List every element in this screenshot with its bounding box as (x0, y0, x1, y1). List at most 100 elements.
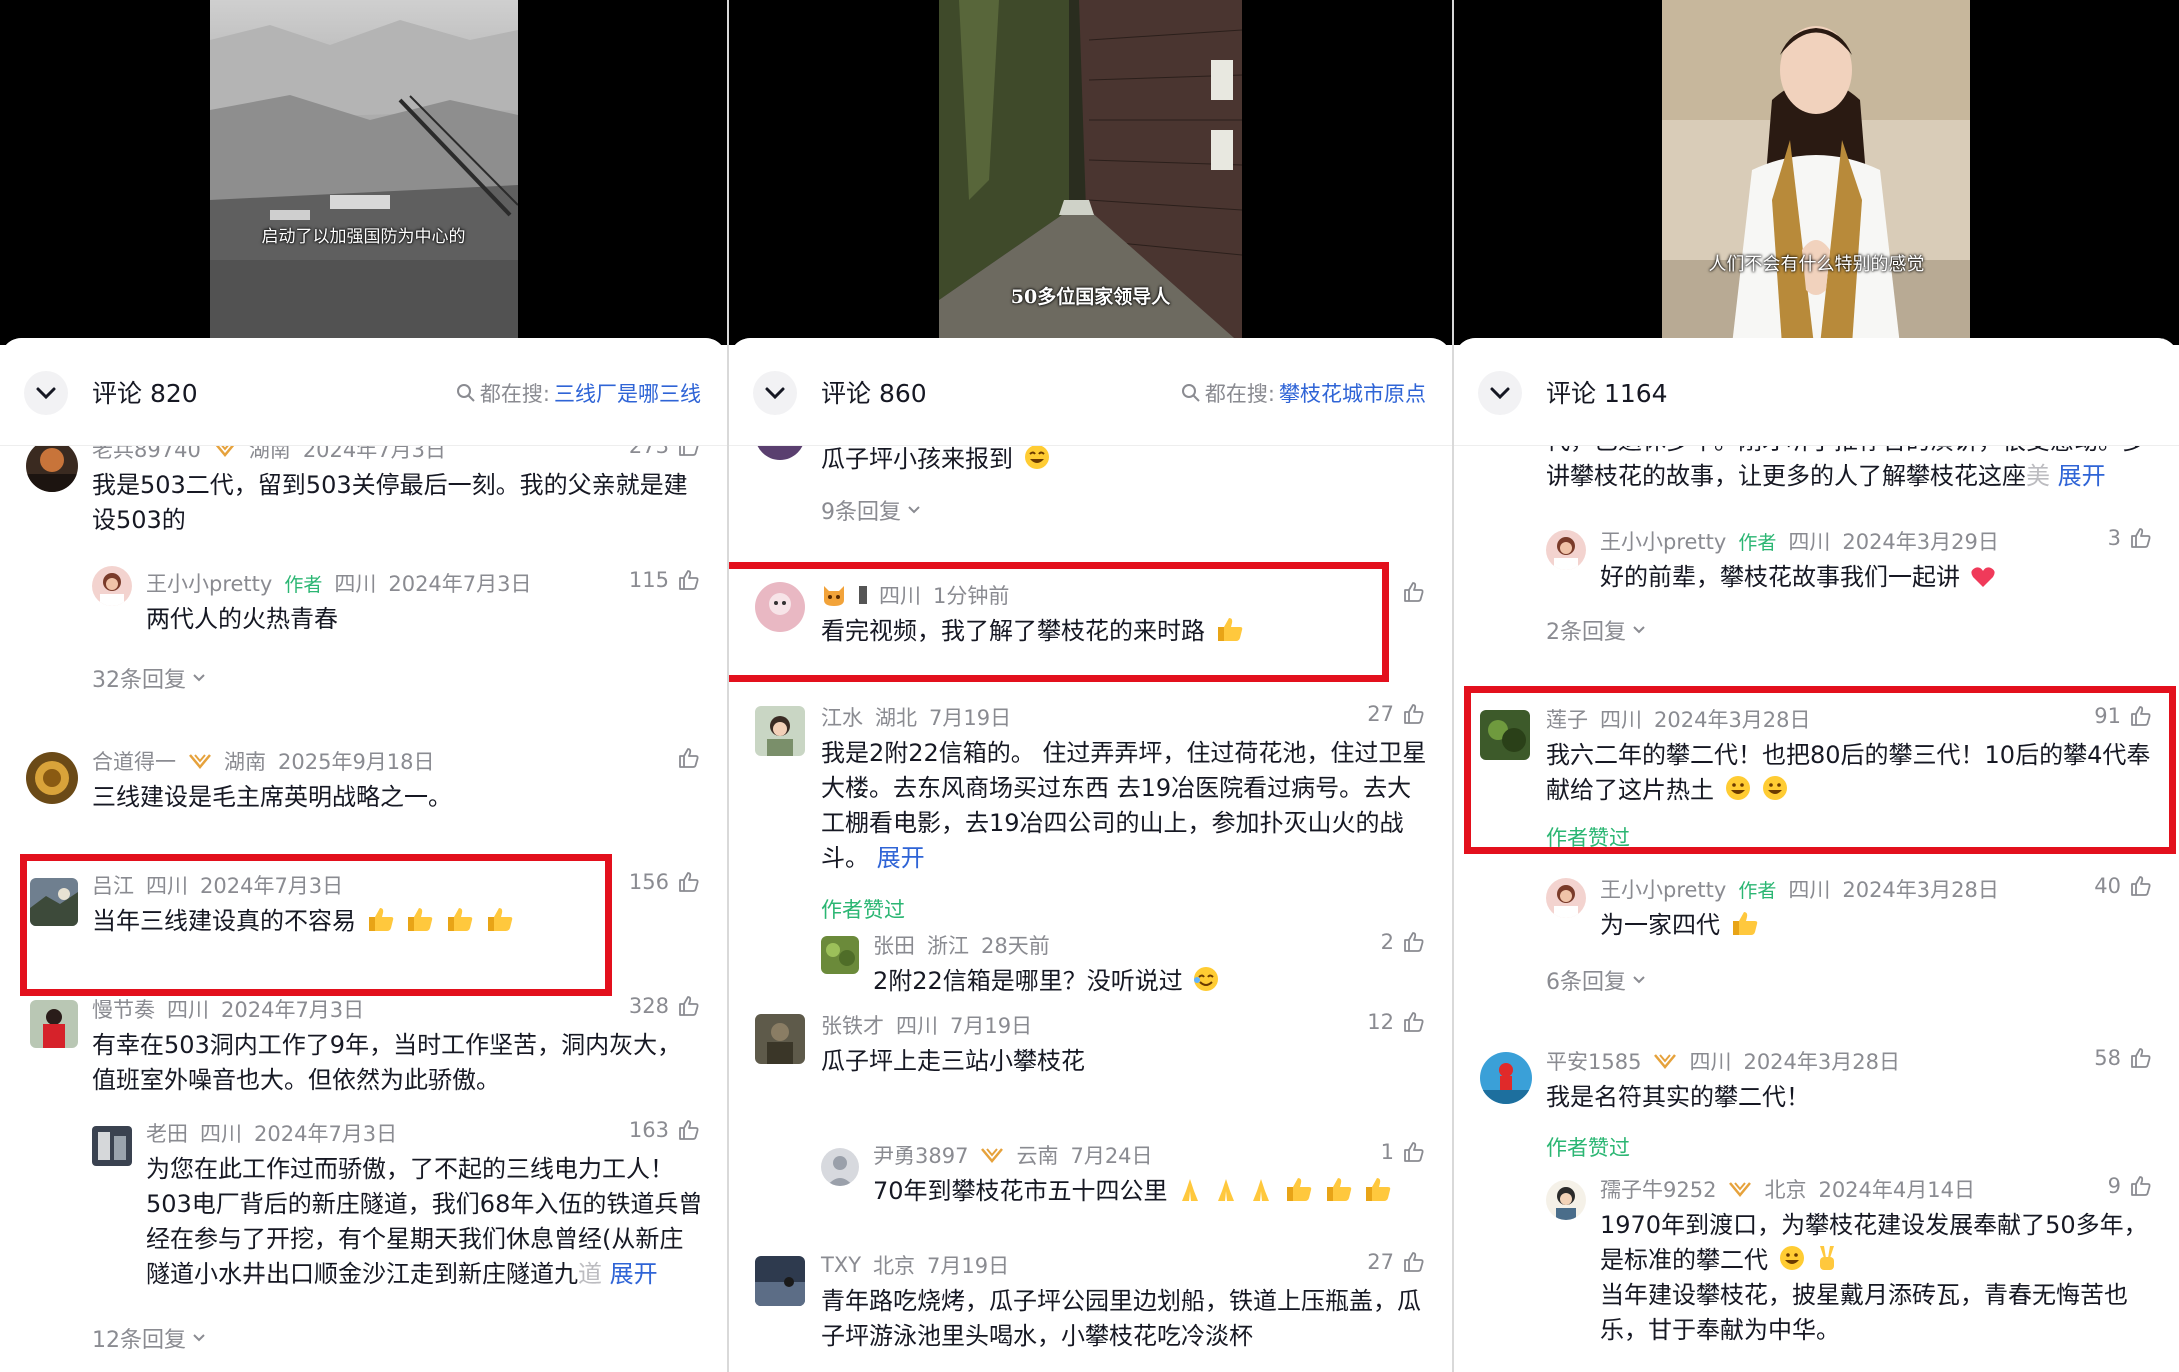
thumbs-up-icon (2131, 1176, 2151, 1196)
avatar[interactable] (755, 582, 805, 632)
like-button[interactable]: 12 (1367, 1010, 1426, 1034)
comment-body: 我六二年的攀二代！也把80后的攀三代！10后的攀4代奉献给了这片热土 (1546, 741, 2151, 804)
username[interactable]: 王小小pretty (1600, 526, 1726, 556)
avatar[interactable] (92, 1126, 132, 1166)
like-button[interactable]: 3 (2108, 526, 2153, 550)
like-button[interactable]: 156 (629, 870, 701, 894)
expand-link[interactable]: 展开 (610, 1260, 658, 1288)
thumbs-up-icon (1404, 582, 1424, 602)
comment-location: 浙江 (927, 934, 969, 958)
comment-text: 瓜子坪上走三站小攀枝花 (821, 1047, 1085, 1075)
author-tag: 作者 (1738, 531, 1777, 554)
username[interactable]: 莲子 (1546, 704, 1588, 734)
like-button[interactable]: 27 (1367, 702, 1426, 726)
avatar[interactable] (30, 878, 78, 926)
comment-body: 看完视频，我了解了攀枝花的来时路 (821, 617, 1205, 645)
username[interactable]: 尹勇3897 (873, 1140, 968, 1170)
comment-list[interactable]: 老兵89740 湖南 2024年7月3日 273 我是503二代，留到503关停… (0, 446, 727, 1372)
truncation-fade: 美 (2026, 462, 2050, 490)
comment-date: 1分钟前 (933, 584, 1010, 608)
avatar[interactable] (26, 752, 78, 804)
like-button[interactable]: 1 (1381, 1140, 1426, 1164)
username[interactable]: 张铁才 (821, 1010, 884, 1040)
like-button[interactable]: 2 (1381, 930, 1426, 954)
like-count: 12 (1367, 1010, 1394, 1034)
like-button[interactable] (677, 746, 701, 770)
username[interactable]: 王小小pretty (146, 568, 272, 598)
avatar[interactable] (755, 1014, 805, 1064)
view-replies-button[interactable]: 9条回复 (821, 494, 921, 526)
comment-list[interactable]: 瓜子坪小孩来报到 9条回复 四川 1分钟前 看完视频，我了解了攀枝花的来时路 江… (729, 446, 1452, 1372)
avatar[interactable] (821, 936, 859, 974)
like-button[interactable]: 273 (629, 446, 701, 458)
like-button[interactable]: 115 (629, 568, 701, 592)
comment-text: 我六二年的攀二代！也把80后的攀三代！10后的攀4代奉献给了这片热土 (1546, 738, 2156, 808)
author-tag: 作者 (1738, 879, 1777, 902)
comment-list[interactable]: 代，已退休多年。刚才听了推荐官的演讲，很受感动。多讲攀枝花的故事，让更多的人了解… (1454, 446, 2179, 1372)
avatar[interactable] (1546, 1180, 1586, 1220)
comment-meta: 孺子牛9252 北京 2024年4月14日 (1600, 1174, 1975, 1204)
like-button[interactable]: 328 (629, 994, 701, 1018)
avatar[interactable] (755, 446, 805, 460)
comment-text: 好的前辈，攀枝花故事我们一起讲 (1600, 560, 2160, 595)
like-button[interactable]: 58 (2094, 1046, 2153, 1070)
avatar[interactable] (1480, 1052, 1532, 1104)
like-count: 156 (628, 870, 669, 894)
like-button[interactable]: 163 (629, 1118, 701, 1142)
victory-hand-emoji-icon (1820, 1246, 1835, 1270)
username[interactable]: 平安1585 (1546, 1046, 1641, 1076)
search-prefix: 都在搜: (1204, 382, 1275, 406)
avatar[interactable] (92, 566, 132, 606)
username[interactable]: 吕江 (92, 870, 134, 900)
comment-location: 湖南 (224, 750, 266, 774)
comment-date: 7月19日 (927, 1254, 1010, 1278)
avatar[interactable] (755, 1256, 805, 1306)
username[interactable]: TXY (821, 1253, 861, 1277)
avatar[interactable] (1546, 878, 1586, 918)
avatar[interactable] (26, 446, 78, 492)
video-player[interactable]: 启动了以加强国防为中心的 (0, 0, 727, 345)
avatar[interactable] (30, 1000, 78, 1048)
like-button[interactable]: 91 (2094, 704, 2153, 728)
view-replies-button[interactable]: 12条回复 (92, 1322, 206, 1354)
collapse-button[interactable] (753, 371, 797, 415)
username[interactable]: 老兵89740 (92, 446, 201, 464)
username[interactable]: 孺子牛9252 (1600, 1174, 1716, 1204)
view-replies-button[interactable]: 6条回复 (1546, 964, 1646, 996)
avatar[interactable] (1546, 530, 1586, 570)
comment-meta: 吕江 四川 2024年7月3日 (92, 870, 343, 900)
video-player[interactable]: 50多位国家领导人 (729, 0, 1452, 345)
video-player[interactable]: 人们不会有什么特别的感觉 (1454, 0, 2179, 345)
avatar[interactable] (821, 1148, 859, 1186)
chevron-down-icon (1633, 626, 1645, 634)
avatar[interactable] (755, 706, 805, 756)
search-suggestion[interactable]: 都在搜: 攀枝花城市原点 (1181, 378, 1426, 408)
collapse-button[interactable] (1478, 371, 1522, 415)
comment-header: 评论 860 都在搜: 攀枝花城市原点 (729, 338, 1452, 446)
collapse-button[interactable] (24, 371, 68, 415)
thumbs-up-emoji-icon (447, 908, 473, 931)
view-replies-button[interactable]: 32条回复 (92, 662, 206, 694)
username[interactable]: 慢节奏 (92, 994, 155, 1024)
username[interactable]: 王小小pretty (1600, 874, 1726, 904)
expand-link[interactable]: 展开 (877, 844, 925, 872)
view-replies-button[interactable]: 2条回复 (1546, 614, 1646, 646)
search-keyword[interactable]: 三线厂是哪三线 (554, 378, 701, 408)
search-suggestion[interactable]: 都在搜: 三线厂是哪三线 (456, 378, 701, 408)
username[interactable]: 江水 (821, 702, 863, 732)
like-button[interactable] (1402, 580, 1426, 604)
comment-meta: 王小小pretty 作者 四川 2024年3月29日 (1600, 526, 1999, 556)
like-button[interactable]: 9 (2108, 1174, 2153, 1198)
search-keyword[interactable]: 攀枝花城市原点 (1279, 378, 1426, 408)
avatar[interactable] (1480, 710, 1530, 760)
username[interactable]: 合道得一 (92, 746, 176, 776)
comment-meta: 王小小pretty 作者 四川 2024年7月3日 (146, 568, 532, 598)
expand-link[interactable]: 展开 (2058, 462, 2106, 490)
like-button[interactable]: 27 (1367, 1250, 1426, 1274)
username[interactable]: 老田 (146, 1118, 188, 1148)
comment-meta: 尹勇3897 云南 7月24日 (873, 1140, 1153, 1170)
username[interactable]: 张田 (873, 930, 915, 960)
search-prefix: 都在搜: (479, 382, 550, 406)
chevron-down-icon (36, 387, 56, 400)
like-button[interactable]: 40 (2094, 874, 2153, 898)
